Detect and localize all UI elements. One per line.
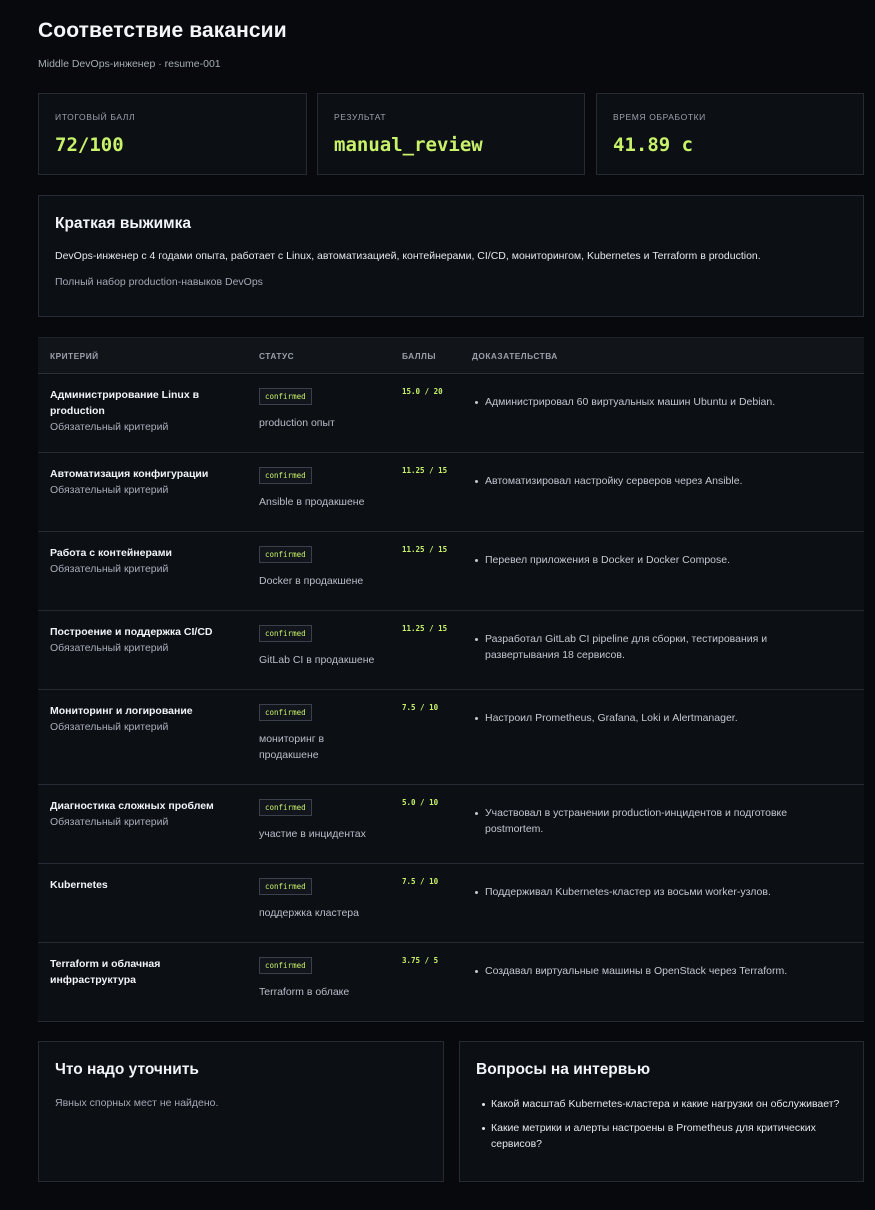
- status-badge: confirmed: [259, 957, 312, 974]
- table-row: Автоматизация конфигурации Обязательный к…: [38, 453, 864, 532]
- criterion-name: Terraform и облачная инфраструктура: [50, 958, 161, 986]
- criterion-score: 11.25 / 15: [402, 545, 448, 554]
- stat-value: 72/100: [55, 134, 124, 156]
- status-text: GitLab CI в продакшене: [259, 654, 375, 666]
- column-header-evidence: ДОКАЗАТЕЛЬСТВА: [472, 351, 558, 361]
- clarify-title: Что надо уточнить: [55, 1061, 199, 1078]
- evidence-item: Настроил Prometheus, Grafana, Loki и Ale…: [474, 710, 834, 726]
- criterion-score: 11.25 / 15: [402, 624, 448, 633]
- table-row: Администрирование Linux в production Обяз…: [38, 374, 864, 453]
- stat-card-processing-time: ВРЕМЯ ОБРАБОТКИ 41.89 с: [596, 93, 864, 175]
- status-text: Docker в продакшене: [259, 575, 364, 587]
- stat-value: manual_review: [334, 134, 483, 156]
- status-badge: confirmed: [259, 467, 312, 484]
- column-header-score: БАЛЛЫ: [402, 351, 437, 361]
- clarify-panel: Что надо уточнить Явных спорных мест не …: [38, 1041, 444, 1182]
- status-badge: confirmed: [259, 704, 312, 721]
- criterion-required: Обязательный критерий: [50, 721, 169, 733]
- stat-label: ИТОГОВЫЙ БАЛЛ: [55, 112, 136, 122]
- criterion-required: Обязательный критерий: [50, 563, 169, 575]
- criterion-required: Обязательный критерий: [50, 642, 169, 654]
- criterion-name: Построение и поддержка CI/CD: [50, 626, 213, 638]
- criteria-table: КРИТЕРИЙ СТАТУС БАЛЛЫ ДОКАЗАТЕЛЬСТВА Адм…: [38, 337, 864, 1022]
- page-subtitle: Middle DevOps-инженер · resume-001: [38, 58, 221, 70]
- status-text: Ansible в продакшене: [259, 496, 365, 508]
- criterion-required: Обязательный критерий: [50, 484, 169, 496]
- evidence-item: Автоматизировал настройку серверов через…: [474, 473, 834, 489]
- evidence-item: Администрировал 60 виртуальных машин Ubu…: [474, 394, 834, 410]
- evidence-item: Участвовал в устранении production-инцид…: [474, 805, 834, 837]
- page-title: Соответствие вакансии: [38, 19, 287, 42]
- criterion-required: Обязательный критерий: [50, 816, 169, 828]
- interview-questions-list: Какой масштаб Kubernetes-кластера и каки…: [476, 1096, 846, 1160]
- summary-text: DevOps-инженер с 4 годами опыта, работае…: [55, 250, 761, 262]
- criterion-name: Мониторинг и логирование: [50, 705, 193, 717]
- criterion-score: 3.75 / 5: [402, 956, 439, 965]
- table-row: Terraform и облачная инфраструктура conf…: [38, 943, 864, 1022]
- stats-row: ИТОГОВЫЙ БАЛЛ 72/100 РЕЗУЛЬТАТ manual_re…: [38, 93, 864, 175]
- table-row: Диагностика сложных проблем Обязательный …: [38, 785, 864, 864]
- interview-questions-panel: Вопросы на интервью Какой масштаб Kubern…: [459, 1041, 864, 1182]
- status-badge: confirmed: [259, 878, 312, 895]
- table-row: Работа с контейнерами Обязательный критер…: [38, 532, 864, 611]
- stat-value: 41.89 с: [613, 134, 694, 156]
- status-text: production опыт: [259, 417, 335, 429]
- interview-questions-title: Вопросы на интервью: [476, 1061, 651, 1078]
- evidence-item: Поддерживал Kubernetes-кластер из восьми…: [474, 884, 834, 900]
- status-text: участие в инцидентах: [259, 828, 366, 840]
- summary-panel: Краткая выжимка DevOps-инженер с 4 годам…: [38, 195, 864, 317]
- criterion-score: 11.25 / 15: [402, 466, 448, 475]
- column-header-criterion: КРИТЕРИЙ: [50, 351, 99, 361]
- evidence-item: Создавал виртуальные машины в OpenStack …: [474, 963, 834, 979]
- status-badge: confirmed: [259, 625, 312, 642]
- stat-card-result: РЕЗУЛЬТАТ manual_review: [317, 93, 585, 175]
- status-badge: confirmed: [259, 546, 312, 563]
- status-text: Terraform в облаке: [259, 986, 350, 998]
- criterion-name: Администрирование Linux в production: [50, 389, 200, 417]
- evidence-item: Разработал GitLab CI pipeline для сборки…: [474, 631, 834, 663]
- criterion-score: 15.0 / 20: [402, 387, 443, 396]
- column-header-status: СТАТУС: [259, 351, 295, 361]
- status-text: поддержка кластера: [259, 907, 359, 919]
- criterion-score: 7.5 / 10: [402, 703, 439, 712]
- criterion-name: Диагностика сложных проблем: [50, 800, 214, 812]
- interview-question: Какие метрики и алерты настроены в Prome…: [476, 1120, 846, 1152]
- clarify-empty-text: Явных спорных мест не найдено.: [55, 1097, 219, 1109]
- evidence-item: Перевел приложения в Docker и Docker Com…: [474, 552, 834, 568]
- criterion-score: 5.0 / 10: [402, 798, 439, 807]
- criterion-name: Kubernetes: [50, 879, 108, 891]
- status-badge: confirmed: [259, 388, 312, 405]
- stat-label: ВРЕМЯ ОБРАБОТКИ: [613, 112, 706, 122]
- bottom-panels: Что надо уточнить Явных спорных мест не …: [38, 1041, 864, 1182]
- status-text: мониторинг в продакшене: [259, 733, 325, 761]
- table-header: КРИТЕРИЙ СТАТУС БАЛЛЫ ДОКАЗАТЕЛЬСТВА: [38, 338, 864, 374]
- status-badge: confirmed: [259, 799, 312, 816]
- stat-card-total-score: ИТОГОВЫЙ БАЛЛ 72/100: [38, 93, 307, 175]
- criterion-name: Работа с контейнерами: [50, 547, 172, 559]
- criterion-required: Обязательный критерий: [50, 421, 169, 433]
- stat-label: РЕЗУЛЬТАТ: [334, 112, 387, 122]
- criterion-score: 7.5 / 10: [402, 877, 439, 886]
- table-row: Мониторинг и логирование Обязательный кри…: [38, 690, 864, 785]
- summary-title: Краткая выжимка: [55, 215, 191, 232]
- summary-note: Полный набор production-навыков DevOps: [55, 276, 263, 288]
- criterion-name: Автоматизация конфигурации: [50, 468, 209, 480]
- interview-question: Какой масштаб Kubernetes-кластера и каки…: [476, 1096, 846, 1112]
- table-row: Построение и поддержка CI/CD Обязательный…: [38, 611, 864, 690]
- table-row: Kubernetes confirmed поддержка кластера 7…: [38, 864, 864, 943]
